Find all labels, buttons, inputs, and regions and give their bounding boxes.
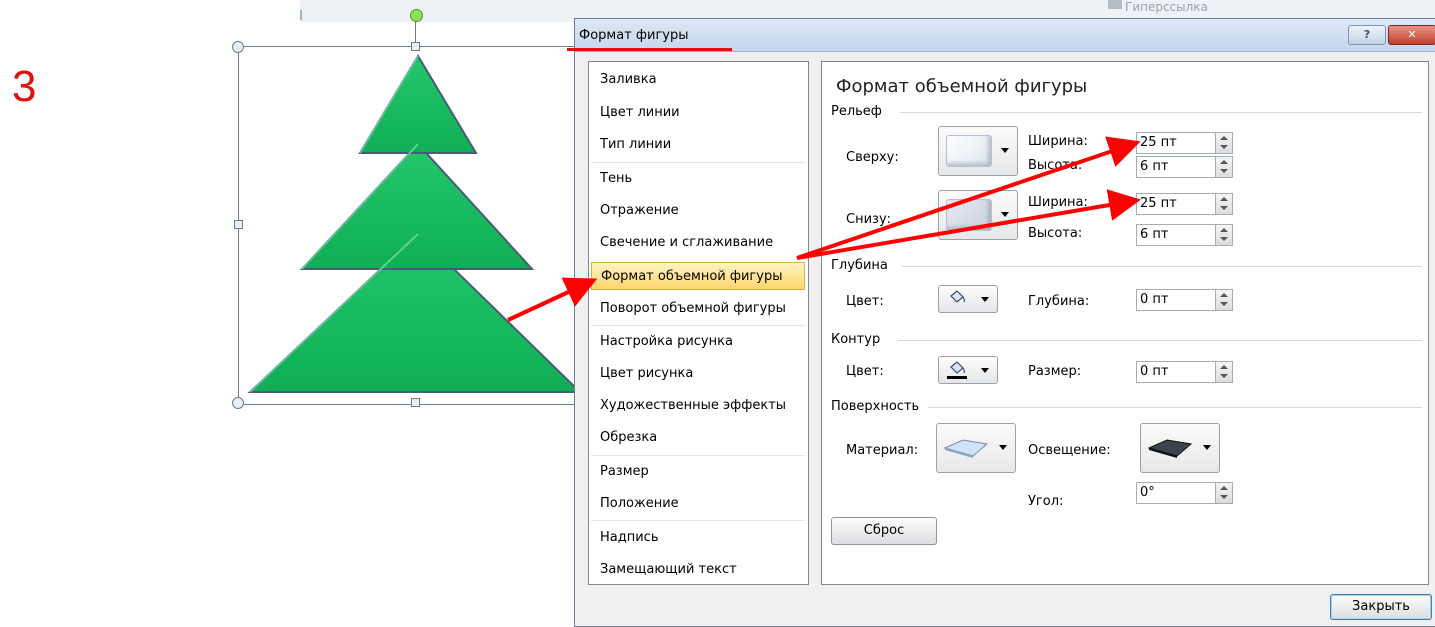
annotation-arrows [507,136,1141,322]
annotation-arrow-tree-to-nav [507,277,598,322]
annotation-arrow-nav-to-bottom-width [796,189,1141,260]
annotation-arrow-nav-to-top-width [796,136,1141,260]
